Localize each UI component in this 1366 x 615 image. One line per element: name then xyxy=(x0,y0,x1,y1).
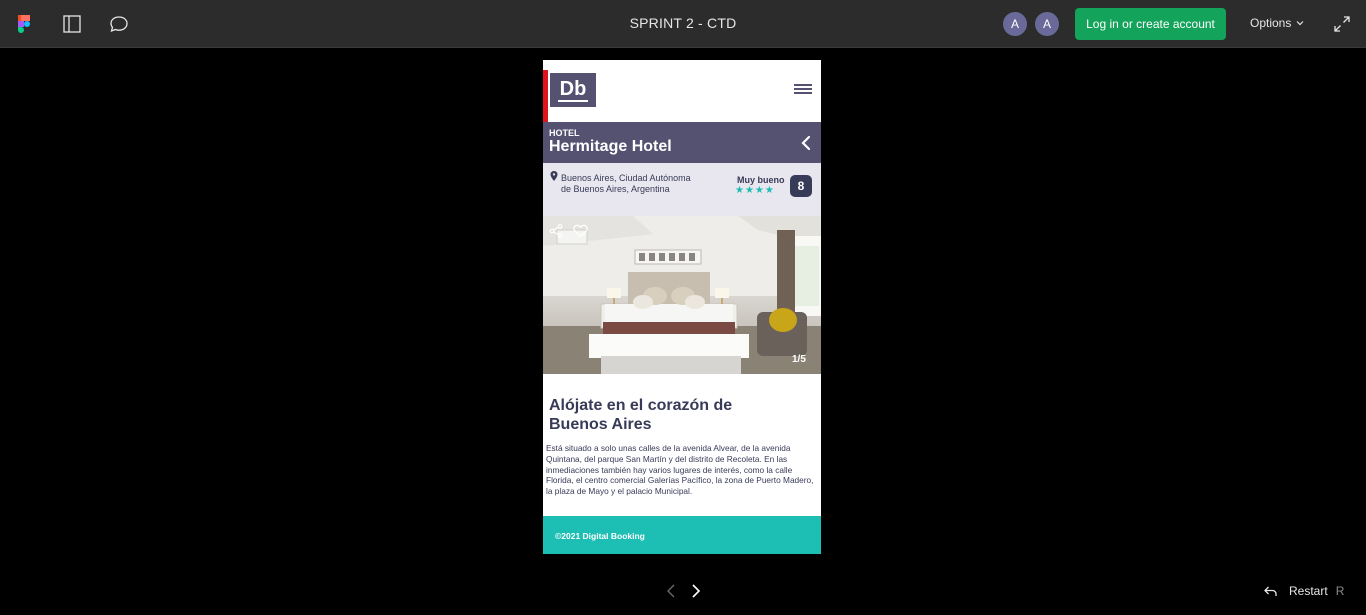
hotel-category: HOTEL xyxy=(549,128,580,138)
share-icon[interactable] xyxy=(549,224,563,238)
avatar[interactable]: A xyxy=(1003,12,1027,36)
restart-arrow-icon xyxy=(1264,586,1277,596)
figma-logo-icon[interactable] xyxy=(12,12,36,36)
chevron-down-icon xyxy=(1296,21,1304,26)
star-rating: ★★★★ xyxy=(735,185,775,196)
hotel-address: Buenos Aires, Ciudad Autónoma de Buenos … xyxy=(561,173,691,194)
room-illustration xyxy=(543,216,821,374)
rating-label: Muy bueno xyxy=(737,175,785,185)
brand-logo[interactable]: Db xyxy=(550,73,596,107)
options-label: Options xyxy=(1250,16,1292,30)
prototype-frame: Db HOTEL Hermitage Hotel Buenos Aires, C… xyxy=(543,60,821,554)
score-badge: 8 xyxy=(790,175,812,197)
avatar[interactable]: A xyxy=(1035,12,1059,36)
hotel-name: Hermitage Hotel xyxy=(549,138,672,155)
heart-icon[interactable] xyxy=(573,224,588,238)
menu-icon[interactable] xyxy=(794,84,812,96)
fullscreen-icon[interactable] xyxy=(1333,15,1351,33)
location-bar: Buenos Aires, Ciudad Autónoma de Buenos … xyxy=(543,163,821,216)
login-button[interactable]: Log in or create account xyxy=(1075,8,1226,40)
next-frame-icon[interactable] xyxy=(689,583,703,599)
section-heading: Alójate en el corazón de Buenos Aires xyxy=(549,397,733,433)
copyright-text: ©2021 Digital Booking xyxy=(555,531,645,541)
sidebar-toggle-icon[interactable] xyxy=(60,12,84,36)
hotel-room-photo[interactable]: 1/5 xyxy=(543,216,821,374)
page-footer: ©2021 Digital Booking xyxy=(543,516,821,554)
restart-shortcut: R xyxy=(1335,584,1345,598)
image-counter: 1/5 xyxy=(792,354,806,365)
comment-icon[interactable] xyxy=(107,12,131,36)
hotel-description: Está situado a solo unas calles de la av… xyxy=(546,443,814,497)
previous-frame-icon[interactable] xyxy=(665,583,679,599)
hotel-header: HOTEL Hermitage Hotel xyxy=(543,122,821,163)
toolbar: SPRINT 2 - CTD A A Log in or create acco… xyxy=(0,0,1366,48)
back-arrow-icon[interactable] xyxy=(798,134,814,152)
logo-text: Db xyxy=(559,78,587,100)
restart-button[interactable]: Restart R xyxy=(1264,584,1344,598)
location-pin-icon xyxy=(550,171,558,181)
restart-label: Restart xyxy=(1289,584,1328,598)
options-menu[interactable]: Options xyxy=(1250,16,1304,30)
